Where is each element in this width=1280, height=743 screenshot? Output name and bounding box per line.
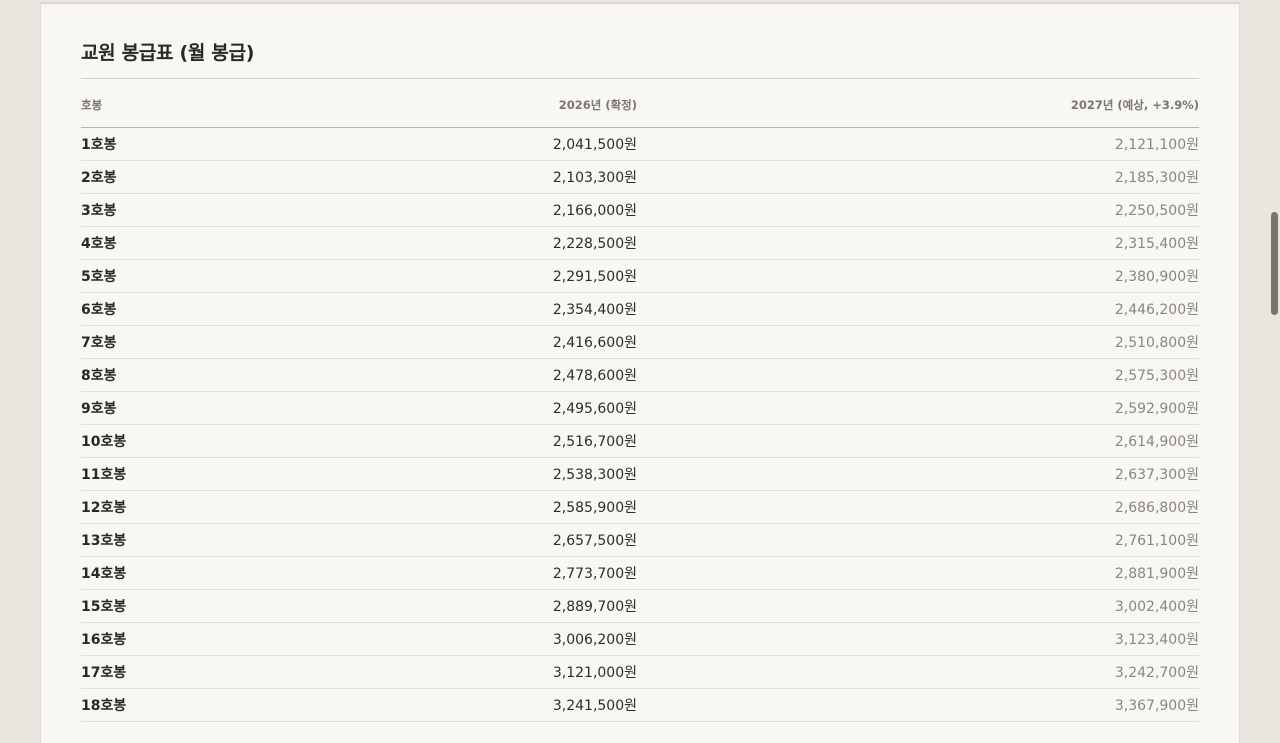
grade-cell: 14호봉 bbox=[81, 556, 281, 590]
vertical-scrollbar[interactable] bbox=[1268, 0, 1280, 720]
grade-cell: 17호봉 bbox=[81, 655, 281, 689]
grade-cell: 10호봉 bbox=[81, 424, 281, 458]
salary-2026-cell: 2,478,600원 bbox=[281, 358, 637, 392]
grade-cell: 12호봉 bbox=[81, 490, 281, 524]
salary-2027-cell: 2,575,300원 bbox=[637, 358, 1199, 392]
grade-cell: 6호봉 bbox=[81, 292, 281, 326]
table-row: 13호봉 2,657,500원 2,761,100원 bbox=[81, 523, 1199, 557]
salary-table: 호봉 2026년 (확정) 2027년 (예상, +3.9%) 1호봉 2,041… bbox=[81, 79, 1199, 722]
table-row: 4호봉 2,228,500원 2,315,400원 bbox=[81, 226, 1199, 260]
grade-cell: 15호봉 bbox=[81, 589, 281, 623]
grade-cell: 16호봉 bbox=[81, 622, 281, 656]
document-page: 교원 봉급표 (월 봉급) 호봉 2026년 (확정) 2027년 (예상, +… bbox=[41, 3, 1239, 743]
salary-2026-cell: 2,516,700원 bbox=[281, 424, 637, 458]
grade-cell: 1호봉 bbox=[81, 127, 281, 161]
grade-cell: 2호봉 bbox=[81, 160, 281, 194]
salary-2026-cell: 2,657,500원 bbox=[281, 523, 637, 557]
document-content: 교원 봉급표 (월 봉급) 호봉 2026년 (확정) 2027년 (예상, +… bbox=[81, 3, 1199, 722]
grade-cell: 8호봉 bbox=[81, 358, 281, 392]
scrollbar-thumb[interactable] bbox=[1271, 212, 1278, 315]
table-row: 18호봉 3,241,500원 3,367,900원 bbox=[81, 688, 1199, 722]
table-row: 8호봉 2,478,600원 2,575,300원 bbox=[81, 358, 1199, 392]
table-row: 1호봉 2,041,500원 2,121,100원 bbox=[81, 127, 1199, 161]
table-row: 17호봉 3,121,000원 3,242,700원 bbox=[81, 655, 1199, 689]
salary-2027-cell: 2,614,900원 bbox=[637, 424, 1199, 458]
salary-2026-cell: 2,041,500원 bbox=[281, 127, 637, 161]
table-header-row: 호봉 2026년 (확정) 2027년 (예상, +3.9%) bbox=[81, 79, 1199, 128]
salary-2027-cell: 2,121,100원 bbox=[637, 127, 1199, 161]
salary-2027-cell: 3,242,700원 bbox=[637, 655, 1199, 689]
salary-2027-cell: 2,315,400원 bbox=[637, 226, 1199, 260]
salary-2027-cell: 2,761,100원 bbox=[637, 523, 1199, 557]
table-row: 3호봉 2,166,000원 2,250,500원 bbox=[81, 193, 1199, 227]
salary-2026-cell: 2,773,700원 bbox=[281, 556, 637, 590]
salary-2026-cell: 2,538,300원 bbox=[281, 457, 637, 491]
table-row: 16호봉 3,006,200원 3,123,400원 bbox=[81, 622, 1199, 656]
column-header-grade: 호봉 bbox=[81, 79, 281, 128]
page-title: 교원 봉급표 (월 봉급) bbox=[81, 3, 1199, 79]
salary-2026-cell: 3,006,200원 bbox=[281, 622, 637, 656]
salary-2026-cell: 2,228,500원 bbox=[281, 226, 637, 260]
salary-2027-cell: 2,592,900원 bbox=[637, 391, 1199, 425]
salary-2026-cell: 2,166,000원 bbox=[281, 193, 637, 227]
salary-2027-cell: 3,002,400원 bbox=[637, 589, 1199, 623]
salary-2027-cell: 2,510,800원 bbox=[637, 325, 1199, 359]
table-row: 12호봉 2,585,900원 2,686,800원 bbox=[81, 490, 1199, 524]
salary-2026-cell: 2,416,600원 bbox=[281, 325, 637, 359]
salary-2026-cell: 2,495,600원 bbox=[281, 391, 637, 425]
salary-2026-cell: 2,103,300원 bbox=[281, 160, 637, 194]
salary-2027-cell: 2,446,200원 bbox=[637, 292, 1199, 326]
salary-2027-cell: 2,881,900원 bbox=[637, 556, 1199, 590]
table-row: 11호봉 2,538,300원 2,637,300원 bbox=[81, 457, 1199, 491]
salary-2027-cell: 2,686,800원 bbox=[637, 490, 1199, 524]
salary-2027-cell: 3,367,900원 bbox=[637, 688, 1199, 722]
grade-cell: 5호봉 bbox=[81, 259, 281, 293]
table-row: 14호봉 2,773,700원 2,881,900원 bbox=[81, 556, 1199, 590]
grade-cell: 3호봉 bbox=[81, 193, 281, 227]
salary-2026-cell: 3,241,500원 bbox=[281, 688, 637, 722]
salary-2027-cell: 2,380,900원 bbox=[637, 259, 1199, 293]
table-row: 6호봉 2,354,400원 2,446,200원 bbox=[81, 292, 1199, 326]
grade-cell: 18호봉 bbox=[81, 688, 281, 722]
table-row: 2호봉 2,103,300원 2,185,300원 bbox=[81, 160, 1199, 194]
table-row: 10호봉 2,516,700원 2,614,900원 bbox=[81, 424, 1199, 458]
grade-cell: 11호봉 bbox=[81, 457, 281, 491]
salary-2026-cell: 2,585,900원 bbox=[281, 490, 637, 524]
salary-2027-cell: 2,250,500원 bbox=[637, 193, 1199, 227]
grade-cell: 9호봉 bbox=[81, 391, 281, 425]
salary-2027-cell: 2,637,300원 bbox=[637, 457, 1199, 491]
salary-2027-cell: 2,185,300원 bbox=[637, 160, 1199, 194]
table-row: 9호봉 2,495,600원 2,592,900원 bbox=[81, 391, 1199, 425]
table-body: 1호봉 2,041,500원 2,121,100원 2호봉 2,103,300원 2,1… bbox=[81, 127, 1199, 722]
salary-2026-cell: 2,354,400원 bbox=[281, 292, 637, 326]
salary-2026-cell: 3,121,000원 bbox=[281, 655, 637, 689]
salary-2027-cell: 3,123,400원 bbox=[637, 622, 1199, 656]
salary-2026-cell: 2,889,700원 bbox=[281, 589, 637, 623]
grade-cell: 4호봉 bbox=[81, 226, 281, 260]
salary-2026-cell: 2,291,500원 bbox=[281, 259, 637, 293]
grade-cell: 7호봉 bbox=[81, 325, 281, 359]
column-header-2027: 2027년 (예상, +3.9%) bbox=[637, 79, 1199, 128]
table-row: 15호봉 2,889,700원 3,002,400원 bbox=[81, 589, 1199, 623]
grade-cell: 13호봉 bbox=[81, 523, 281, 557]
table-row: 7호봉 2,416,600원 2,510,800원 bbox=[81, 325, 1199, 359]
table-row: 5호봉 2,291,500원 2,380,900원 bbox=[81, 259, 1199, 293]
column-header-2026: 2026년 (확정) bbox=[281, 79, 637, 128]
